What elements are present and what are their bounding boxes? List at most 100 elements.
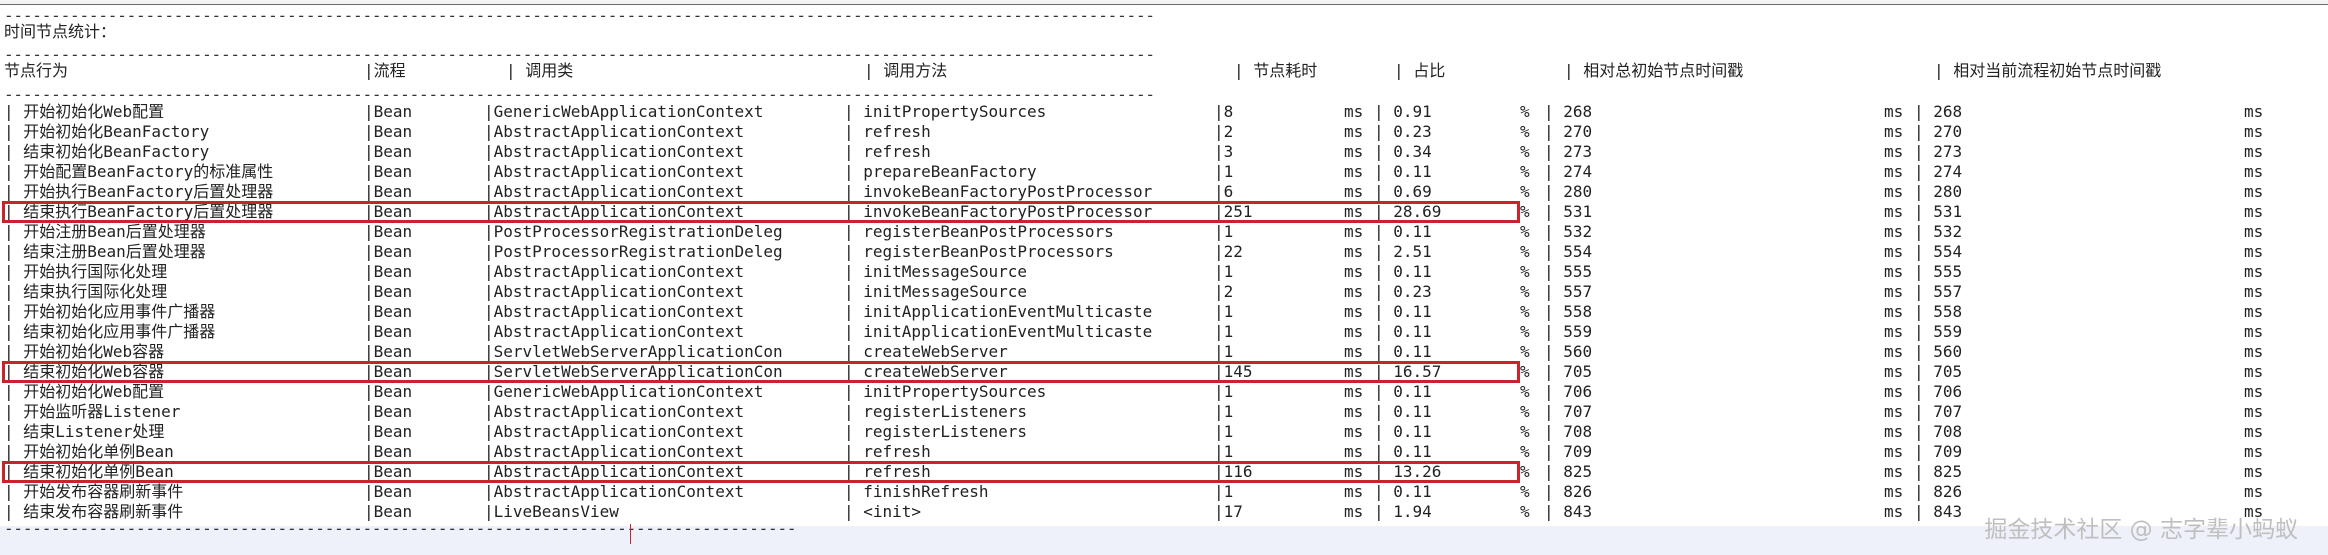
row-percent-sign: % xyxy=(1520,182,1530,201)
row-total-unit: ms xyxy=(1884,322,1904,341)
row-class: |AbstractApplicationContext xyxy=(484,282,745,301)
row-class: |ServletWebServerApplicationCon xyxy=(484,342,783,361)
row-flow-timestamp: | 706 xyxy=(1914,382,1963,401)
row-method: | registerListeners xyxy=(844,422,1028,441)
row-percent: | 0.11 xyxy=(1374,162,1432,181)
row-method: | initMessageSource xyxy=(844,282,1028,301)
row-percent: | 0.23 xyxy=(1374,122,1432,141)
row-method: | refresh xyxy=(844,122,931,141)
table-row: | 开始初始化Web容器 |Bean |ServletWebServerApplic… xyxy=(0,342,2328,362)
row-total-unit: ms xyxy=(1884,202,1904,221)
table-row: | 开始初始化Web配置 |Bean |GenericWebApplicationC… xyxy=(0,382,2328,402)
row-flow-unit: ms xyxy=(2244,362,2264,381)
row-flow: |Bean xyxy=(364,242,413,261)
row-flow-unit: ms xyxy=(2244,262,2264,281)
row-cost: |2 xyxy=(1214,282,1234,301)
row-total-unit: ms xyxy=(1884,102,1904,121)
row-flow-unit: ms xyxy=(2244,142,2264,161)
row-class: |AbstractApplicationContext xyxy=(484,142,745,161)
row-total-timestamp: | 560 xyxy=(1544,342,1593,361)
row-percent-sign: % xyxy=(1520,202,1530,221)
row-method: | registerBeanPostProcessors xyxy=(844,222,1114,241)
row-percent: | 0.23 xyxy=(1374,282,1432,301)
row-method: | initApplicationEventMulticaste xyxy=(844,322,1153,341)
table-row: | 开始执行国际化处理 |Bean |AbstractApplicationCont… xyxy=(0,262,2328,282)
row-flow-unit: ms xyxy=(2244,282,2264,301)
row-cost-unit: ms xyxy=(1344,102,1364,121)
highlight-box xyxy=(2,361,1520,383)
row-total-unit: ms xyxy=(1884,382,1904,401)
header-flow: |流程 xyxy=(364,61,406,80)
row-flow-timestamp: | 555 xyxy=(1914,262,1963,281)
row-method: | finishRefresh xyxy=(844,482,989,501)
row-percent: | 0.11 xyxy=(1374,482,1432,501)
row-percent-sign: % xyxy=(1520,482,1530,501)
row-class: |AbstractApplicationContext xyxy=(484,162,745,181)
row-total-unit: ms xyxy=(1884,262,1904,281)
row-class: |AbstractApplicationContext xyxy=(484,402,745,421)
row-flow-timestamp: | 270 xyxy=(1914,122,1963,141)
row-flow-unit: ms xyxy=(2244,242,2264,261)
row-total-timestamp: | 705 xyxy=(1544,362,1593,381)
row-total-timestamp: | 532 xyxy=(1544,222,1593,241)
row-flow: |Bean xyxy=(364,142,413,161)
row-percent-sign: % xyxy=(1520,422,1530,441)
row-flow-timestamp: | 557 xyxy=(1914,282,1963,301)
row-flow-unit: ms xyxy=(2244,482,2264,501)
row-percent: | 0.11 xyxy=(1374,322,1432,341)
row-cost: |8 xyxy=(1214,102,1234,121)
row-total-timestamp: | 557 xyxy=(1544,282,1593,301)
row-action: | 结束执行国际化处理 xyxy=(4,282,168,301)
row-percent-sign: % xyxy=(1520,362,1530,381)
row-total-timestamp: | 709 xyxy=(1544,442,1593,461)
row-total-timestamp: | 825 xyxy=(1544,462,1593,481)
header-method: | 调用方法 xyxy=(864,61,948,80)
row-total-unit: ms xyxy=(1884,442,1904,461)
row-percent-sign: % xyxy=(1520,382,1530,401)
row-percent: | 0.91 xyxy=(1374,102,1432,121)
row-flow-timestamp: | 558 xyxy=(1914,302,1963,321)
row-flow-unit: ms xyxy=(2244,182,2264,201)
row-flow-timestamp: | 531 xyxy=(1914,202,1963,221)
row-flow-unit: ms xyxy=(2244,342,2264,361)
row-percent-sign: % xyxy=(1520,402,1530,421)
row-total-timestamp: | 555 xyxy=(1544,262,1593,281)
row-action: | 开始初始化Web配置 xyxy=(4,382,165,401)
table-row: | 开始执行BeanFactory后置处理器 |Bean |AbstractAppl… xyxy=(0,182,2328,202)
table-row: | 开始初始化BeanFactory |Bean |AbstractApplicat… xyxy=(0,122,2328,142)
row-cost: |1 xyxy=(1214,402,1234,421)
row-action: | 开始初始化应用事件广播器 xyxy=(4,302,216,321)
row-percent: | 0.69 xyxy=(1374,182,1432,201)
row-cost-unit: ms xyxy=(1344,162,1364,181)
row-flow-timestamp: | 268 xyxy=(1914,102,1963,121)
row-percent: | 2.51 xyxy=(1374,242,1432,261)
row-flow-timestamp: | 707 xyxy=(1914,402,1963,421)
row-total-timestamp: | 707 xyxy=(1544,402,1593,421)
row-percent: | 0.34 xyxy=(1374,142,1432,161)
table-row: | 开始监听器Listener |Bean |AbstractApplication… xyxy=(0,402,2328,422)
row-percent: | 0.11 xyxy=(1374,302,1432,321)
row-flow-timestamp: | 280 xyxy=(1914,182,1963,201)
row-cost: |1 xyxy=(1214,302,1234,321)
section-title-row: 时间节点统计： xyxy=(0,22,2328,42)
row-cost: |1 xyxy=(1214,162,1234,181)
row-percent: | 0.11 xyxy=(1374,402,1432,421)
row-cost: |1 xyxy=(1214,422,1234,441)
row-flow-timestamp: | 532 xyxy=(1914,222,1963,241)
header-percent: | 占比 xyxy=(1394,61,1446,80)
row-total-timestamp: | 554 xyxy=(1544,242,1593,261)
row-flow: |Bean xyxy=(364,102,413,121)
row-flow-unit: ms xyxy=(2244,222,2264,241)
row-flow-timestamp: | 826 xyxy=(1914,482,1963,501)
row-cost-unit: ms xyxy=(1344,182,1364,201)
row-total-unit: ms xyxy=(1884,142,1904,161)
row-total-unit: ms xyxy=(1884,182,1904,201)
row-cost: |1 xyxy=(1214,322,1234,341)
row-percent-sign: % xyxy=(1520,282,1530,301)
row-action: | 开始执行BeanFactory后置处理器 xyxy=(4,182,274,201)
highlight-box xyxy=(2,461,1520,483)
row-class: |AbstractApplicationContext xyxy=(484,482,745,501)
row-class: |AbstractApplicationContext xyxy=(484,122,745,141)
row-class: |PostProcessorRegistrationDeleg xyxy=(484,242,783,261)
row-flow: |Bean xyxy=(364,182,413,201)
